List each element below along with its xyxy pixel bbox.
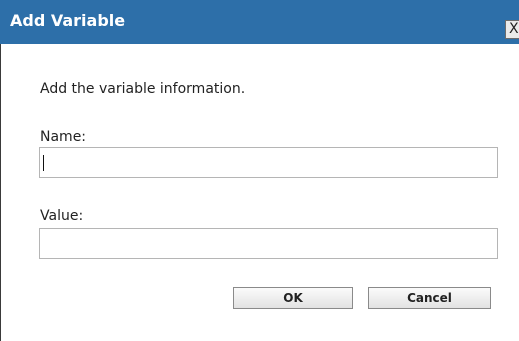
text-caret	[43, 155, 44, 171]
close-icon[interactable]: X	[505, 20, 519, 39]
cancel-button[interactable]: Cancel	[368, 287, 491, 309]
add-variable-dialog: Add Variable X Add the variable informat…	[0, 0, 519, 341]
name-label: Name:	[40, 129, 87, 145]
value-label: Value:	[40, 208, 84, 224]
dialog-left-border	[0, 44, 1, 341]
dialog-title: Add Variable	[10, 11, 126, 30]
dialog-titlebar: Add Variable	[0, 0, 519, 44]
name-field[interactable]	[39, 147, 498, 178]
ok-button[interactable]: OK	[233, 287, 353, 309]
value-field[interactable]	[39, 228, 498, 259]
instruction-text: Add the variable information.	[40, 81, 246, 97]
